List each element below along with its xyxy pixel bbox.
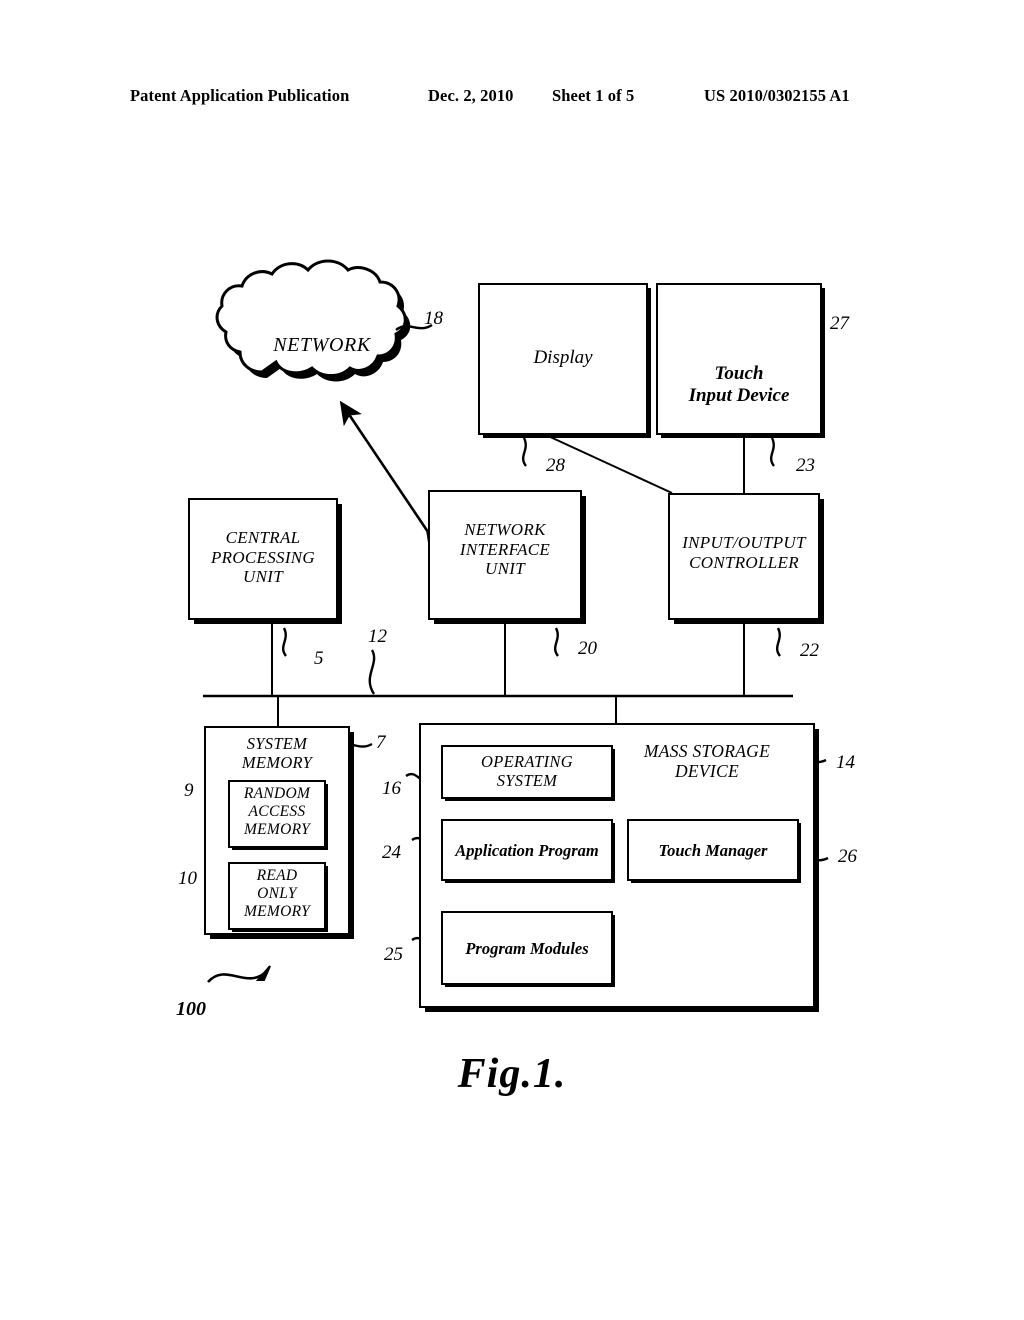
central-processing-unit-box: CENTRAL PROCESSING UNIT	[188, 498, 338, 620]
ref-28: 28	[546, 455, 565, 476]
input-output-controller-box: INPUT/OUTPUT CONTROLLER	[668, 493, 820, 620]
figure-caption: Fig.1.	[457, 1051, 567, 1097]
diagram-connectors	[203, 259, 829, 983]
touch-input-device-box: Touch Input Device	[656, 283, 822, 435]
program-modules-box: Program Modules	[441, 911, 613, 985]
application-program-label: Application Program	[455, 841, 599, 860]
ref-25: 25	[384, 944, 403, 965]
patent-figure-page: Patent Application Publication Dec. 2, 2…	[0, 0, 1024, 1320]
ref-10: 10	[178, 868, 197, 889]
network-label: NETWORK	[273, 334, 371, 356]
application-program-box: Application Program	[441, 819, 613, 881]
ref-7: 7	[376, 732, 386, 753]
input-output-controller-label: INPUT/OUTPUT CONTROLLER	[682, 533, 806, 572]
operating-system-box: OPERATING SYSTEM	[441, 745, 613, 799]
mass-storage-device-label: MASS STORAGE DEVICE	[643, 741, 771, 782]
ref-18: 18	[424, 308, 443, 329]
touch-manager-label: Touch Manager	[658, 841, 768, 860]
ref-20: 20	[578, 638, 597, 659]
mass-storage-device-box: MASS STORAGE DEVICE OPERATING SYSTEM App…	[419, 723, 815, 1008]
system-memory-label: SYSTEM MEMORY	[241, 734, 313, 773]
touch-input-device-label: Touch Input Device	[688, 363, 790, 407]
ref-27: 27	[830, 313, 849, 334]
random-access-memory-box: RANDOM ACCESS MEMORY	[228, 780, 326, 848]
random-access-memory-label: RANDOM ACCESS MEMORY	[243, 785, 311, 838]
network-interface-unit-label: NETWORK INTERFACE UNIT	[459, 520, 551, 579]
ref-12: 12	[368, 626, 387, 647]
network-interface-unit-box: NETWORK INTERFACE UNIT	[428, 490, 582, 620]
header-date: Dec. 2, 2010	[428, 86, 514, 105]
ref-16: 16	[382, 778, 401, 799]
header-patent-number: US 2010/0302155 A1	[704, 86, 850, 105]
ref-23: 23	[796, 455, 815, 476]
ref-9: 9	[184, 780, 194, 801]
display-box: Display	[478, 283, 648, 435]
read-only-memory-box: READ ONLY MEMORY	[228, 862, 326, 930]
read-only-memory-label: READ ONLY MEMORY	[243, 867, 311, 920]
display-label: Display	[533, 347, 593, 368]
ref-22: 22	[800, 640, 819, 661]
ref-100: 100	[176, 998, 206, 1020]
page-header: Patent Application Publication Dec. 2, 2…	[0, 86, 1024, 114]
central-processing-unit-label: CENTRAL PROCESSING UNIT	[210, 528, 316, 587]
ref-26: 26	[838, 846, 857, 867]
operating-system-label: OPERATING SYSTEM	[481, 752, 573, 791]
network-cloud: NETWORK	[232, 284, 412, 384]
header-publication: Patent Application Publication	[130, 86, 350, 105]
program-modules-label: Program Modules	[465, 939, 589, 958]
touch-manager-box: Touch Manager	[627, 819, 799, 881]
header-sheet: Sheet 1 of 5	[552, 86, 635, 105]
ref-24: 24	[382, 842, 401, 863]
ref-14: 14	[836, 752, 855, 773]
ref-5: 5	[314, 648, 324, 669]
system-memory-box: SYSTEM MEMORY RANDOM ACCESS MEMORY READ …	[204, 726, 350, 935]
